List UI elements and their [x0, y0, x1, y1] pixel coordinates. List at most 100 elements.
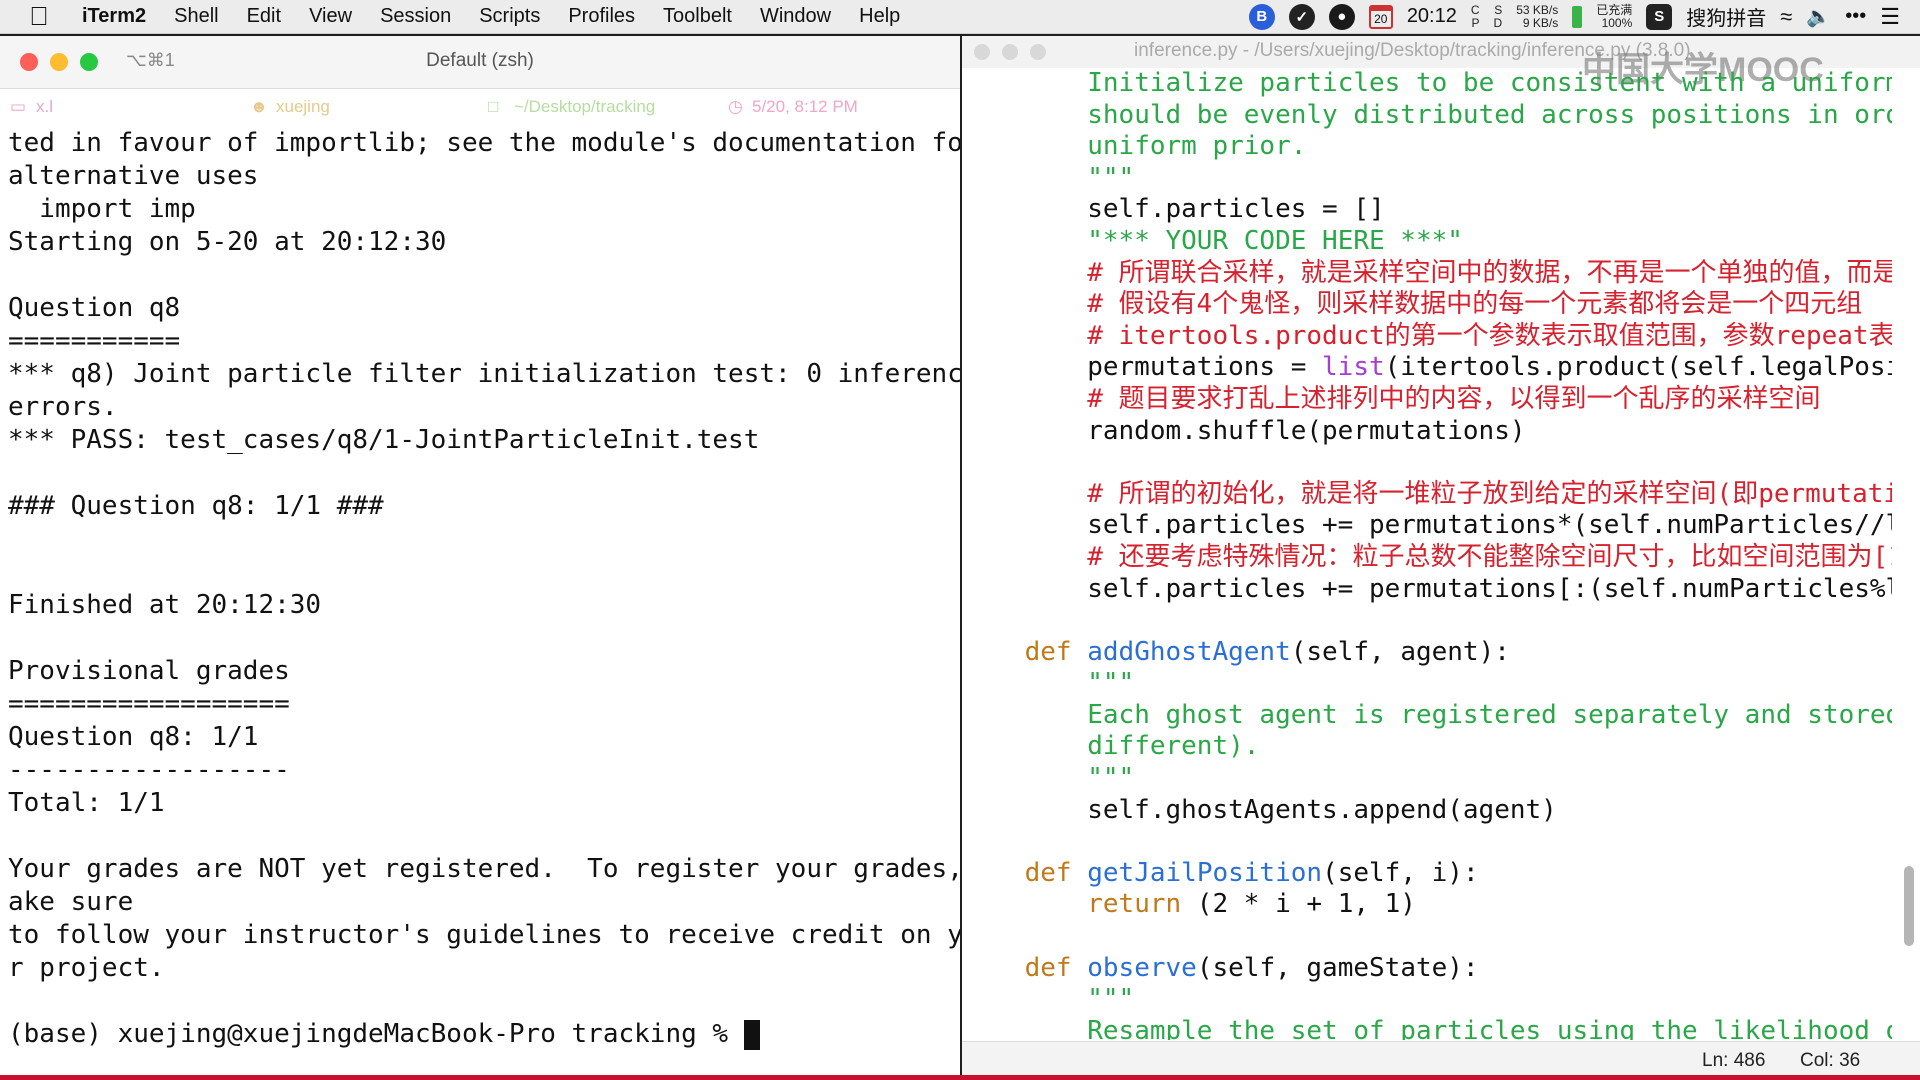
code-token: """ — [1087, 984, 1135, 1015]
code-line: """ — [962, 984, 1892, 1016]
code-line: Each ghost agent is registered separatel… — [962, 700, 1892, 732]
cpu-monitor[interactable]: CP — [1470, 2, 1480, 30]
menu-profiles[interactable]: Profiles — [554, 5, 649, 28]
code-token: def — [1024, 857, 1088, 888]
editor-minimize-button[interactable] — [1002, 44, 1018, 60]
code-line: def addGhostAgent(self, agent): — [962, 637, 1892, 669]
pen-tool-icon[interactable]: ✓ — [1288, 3, 1315, 30]
editor-scrollbar[interactable] — [1904, 866, 1914, 946]
terminal-line: ------------------ — [8, 755, 290, 785]
net-down: 9 KB/s — [1522, 15, 1559, 30]
menu-app-name[interactable]: iTerm2 — [78, 5, 160, 28]
terminal-line: Total: 1/1 — [8, 788, 165, 818]
code-line: self.ghostAgents.append(agent) — [962, 795, 1892, 827]
code-line: self.particles += permutations*(self.num… — [962, 510, 1892, 542]
more-menu[interactable]: ••• — [1845, 5, 1866, 28]
column-number[interactable]: Col: 36 — [1800, 1050, 1860, 1072]
terminal-output[interactable]: ted in favour of importlib; see the modu… — [0, 127, 960, 1051]
terminal-line: Question q8 — [8, 293, 181, 323]
mem-label-1: S — [1494, 2, 1503, 17]
battery-status[interactable]: 已充满 100% — [1596, 3, 1633, 30]
editor-close-button[interactable] — [974, 44, 990, 60]
code-line: Resample the set of particles using the … — [962, 1016, 1892, 1040]
menu-scripts[interactable]: Scripts — [465, 5, 554, 28]
code-token: # 题目要求打乱上述排列中的内容，以得到一个乱序的采样空间 — [1087, 383, 1821, 414]
menu-help[interactable]: Help — [845, 5, 914, 28]
code-token: self.particles = [] — [962, 194, 1385, 225]
code-token: (itertools.product(self.legalPositi — [1384, 352, 1892, 383]
code-line: self.particles += permutations[:(self.nu… — [962, 574, 1892, 606]
code-line: """ — [962, 163, 1892, 195]
wifi-icon[interactable]: ≈ — [1780, 4, 1792, 30]
code-token: Each ghost agent is registered separatel… — [1087, 699, 1892, 730]
prompt-text: (base) xuejing@xuejingdeMacBook-Pro trac… — [8, 1019, 744, 1049]
terminal-line: Your grades are NOT yet registered. To r… — [8, 854, 960, 884]
memory-monitor[interactable]: SD — [1494, 2, 1503, 30]
code-token: different). — [1087, 731, 1260, 762]
code-line: self.particles = [] — [962, 194, 1892, 226]
code-token: def — [1024, 952, 1088, 983]
browser-icon[interactable]: ● — [1328, 3, 1355, 30]
line-number[interactable]: Ln: 486 — [1702, 1050, 1765, 1072]
cpu-label-1: C — [1470, 2, 1480, 17]
menu-bar:  iTerm2 Shell Edit View Session Scripts… — [0, 0, 1920, 34]
volume-icon[interactable]: 🔈 — [1806, 4, 1831, 29]
sogou-icon[interactable]: S — [1646, 3, 1673, 30]
code-line: # itertools.product的第一个参数表示取值范围，参数repeat… — [962, 321, 1892, 353]
input-method-label[interactable]: 搜狗拼音 — [1686, 2, 1766, 31]
net-up: 53 KB/s — [1516, 2, 1559, 17]
code-line: permutations = list(itertools.product(se… — [962, 352, 1892, 384]
menu-shell[interactable]: Shell — [160, 5, 232, 28]
code-line: # 题目要求打乱上述排列中的内容，以得到一个乱序的采样空间 — [962, 384, 1892, 416]
code-token: list — [1322, 352, 1385, 383]
menu-window[interactable]: Window — [746, 5, 845, 28]
terminal-line: import imp — [8, 194, 196, 224]
code-token: "*** YOUR CODE HERE ***" — [1087, 225, 1463, 256]
code-token: """ — [1087, 763, 1135, 794]
bluetooth-icon[interactable]: B — [1248, 3, 1275, 30]
editor-maximize-button[interactable] — [1030, 44, 1046, 60]
folder-icon: □ — [488, 97, 499, 116]
terminal-prompt[interactable]: (base) xuejing@xuejingdeMacBook-Pro trac… — [8, 1018, 952, 1051]
terminal-line: errors. — [8, 392, 118, 422]
code-line: # 所谓联合采样，就是采样空间中的数据，不再是一个单独的值，而是若干 — [962, 258, 1892, 290]
terminal-titlebar: ⌥⌘1 Default (zsh) — [0, 36, 960, 89]
network-monitor[interactable]: 53 KB/s 9 KB/s — [1516, 2, 1559, 30]
code-token: self.ghostAgents.append(agent) — [962, 794, 1557, 825]
code-token: # itertools.product的第一个参数表示取值范围，参数repeat… — [1087, 320, 1892, 351]
code-token: permutations = — [962, 352, 1323, 383]
code-editor[interactable]: Initialize particles to be consistent wi… — [962, 68, 1892, 1040]
code-token: """ — [1087, 162, 1135, 193]
terminal-status-bar: ▭ x.l ☻ xuejing □ ~/Desktop/tracking ◷ 5… — [0, 89, 960, 127]
terminal-line: alternative uses — [8, 161, 259, 191]
clock-time[interactable]: 20:12 — [1407, 5, 1457, 28]
code-token: return — [1087, 889, 1182, 920]
code-line: different). — [962, 731, 1892, 763]
menu-toolbelt[interactable]: Toolbelt — [649, 5, 746, 28]
code-line: def observe(self, gameState): — [962, 953, 1892, 985]
battery-icon[interactable] — [1572, 5, 1583, 28]
code-token: random.shuffle(permutations) — [962, 415, 1526, 446]
apple-icon[interactable]:  — [0, 1, 78, 32]
menu-edit[interactable]: Edit — [233, 5, 295, 28]
battery-percent: 100% — [1601, 15, 1633, 30]
code-token: Resample the set of particles using the … — [1087, 1015, 1892, 1040]
calendar-icon[interactable]: 20 — [1368, 4, 1393, 29]
menu-session[interactable]: Session — [366, 5, 465, 28]
control-center-icon[interactable]: ☰ — [1880, 4, 1900, 30]
menu-view[interactable]: View — [295, 5, 366, 28]
code-token: self.particles += permutations*(self.num… — [962, 510, 1892, 541]
